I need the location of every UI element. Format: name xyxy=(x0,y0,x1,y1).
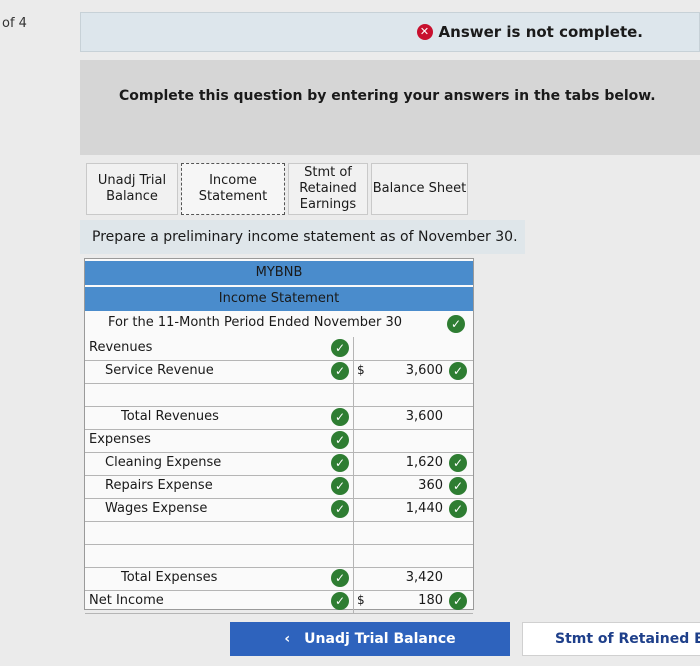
check-icon: ✓ xyxy=(331,408,349,426)
tab-income-statement[interactable]: Income Statement xyxy=(181,163,285,215)
table-row xyxy=(85,521,473,545)
amount-input[interactable]: 3,420 xyxy=(406,570,443,585)
dollar-sign: $ xyxy=(357,363,365,377)
column-divider xyxy=(353,337,354,360)
row-label[interactable]: Service Revenue xyxy=(105,363,214,378)
check-icon: ✓ xyxy=(331,477,349,495)
amount-input[interactable]: 180 xyxy=(418,593,443,608)
check-icon: ✓ xyxy=(331,431,349,449)
column-divider xyxy=(353,360,354,383)
dollar-sign: $ xyxy=(357,593,365,607)
prompt-bar: Prepare a preliminary income statement a… xyxy=(80,220,525,254)
row-label[interactable]: Net Income xyxy=(89,593,164,608)
chevron-left-icon: ‹ xyxy=(284,631,291,647)
check-icon: ✓ xyxy=(449,500,467,518)
tab-unadj-trial-balance[interactable]: Unadj Trial Balance xyxy=(86,163,178,215)
table-row: Total Expenses ✓ 3,420 xyxy=(85,567,473,591)
prompt-text: Prepare a preliminary income statement a… xyxy=(92,229,518,245)
amount-input[interactable]: 1,620 xyxy=(406,455,443,470)
table-row: Wages Expense ✓ 1,440 ✓ xyxy=(85,498,473,522)
x-circle-icon: ✕ xyxy=(416,24,433,40)
column-divider xyxy=(353,475,354,498)
tab-label: Balance Sheet xyxy=(372,181,467,196)
status-message: ✕ Answer is not complete. xyxy=(416,23,643,41)
instructions-panel: Complete this question by entering your … xyxy=(80,60,700,155)
tab-stmt-retained-earnings[interactable]: Stmt of Retained Earnings xyxy=(288,163,368,215)
income-statement-grid: MYBNB Income Statement For the 11-Month … xyxy=(84,258,474,614)
instructions-text: Complete this question by entering your … xyxy=(119,88,656,104)
check-icon: ✓ xyxy=(331,339,349,357)
status-banner: ✕ Answer is not complete. xyxy=(80,12,700,52)
row-label[interactable]: Cleaning Expense xyxy=(105,455,221,470)
table-row xyxy=(85,383,473,407)
table-row: Repairs Expense ✓ 360 ✓ xyxy=(85,475,473,499)
company-name: MYBNB xyxy=(85,261,473,285)
check-icon: ✓ xyxy=(331,500,349,518)
status-text: Answer is not complete. xyxy=(438,23,643,41)
next-tab-label: Stmt of Retained Earn xyxy=(555,631,700,647)
table-row: Net Income ✓ $180 ✓ xyxy=(85,590,473,614)
table-row: Total Revenues ✓ 3,600 xyxy=(85,406,473,430)
row-label[interactable]: Wages Expense xyxy=(105,501,207,516)
table-row xyxy=(85,544,473,568)
table-row: Revenues ✓ xyxy=(85,337,473,361)
check-icon: ✓ xyxy=(331,569,349,587)
prev-tab-label: Unadj Trial Balance xyxy=(304,631,456,647)
column-divider xyxy=(353,429,354,452)
amount-input[interactable]: 3,600 xyxy=(406,363,443,378)
check-icon: ✓ xyxy=(331,454,349,472)
tab-balance-sheet[interactable]: Balance Sheet xyxy=(371,163,468,215)
column-divider xyxy=(353,567,354,590)
column-divider xyxy=(353,590,354,613)
check-icon: ✓ xyxy=(331,362,349,380)
row-label[interactable]: Total Expenses xyxy=(121,570,217,585)
tab-label: Unadj Trial Balance xyxy=(97,173,167,204)
table-row: Service Revenue ✓ $3,600 ✓ xyxy=(85,360,473,384)
amount-input[interactable]: 360 xyxy=(418,478,443,493)
column-divider xyxy=(353,452,354,475)
statement-title: Income Statement xyxy=(85,287,473,311)
tab-bar: Unadj Trial Balance Income Statement Stm… xyxy=(86,163,471,215)
column-divider xyxy=(353,521,354,544)
row-label[interactable]: Total Revenues xyxy=(121,409,219,424)
page-count: of 4 xyxy=(2,16,27,31)
column-divider xyxy=(353,383,354,406)
row-label[interactable]: Repairs Expense xyxy=(105,478,213,493)
check-icon: ✓ xyxy=(447,315,465,333)
check-icon: ✓ xyxy=(449,362,467,380)
statement-period: For the 11-Month Period Ended November 3… xyxy=(107,315,403,330)
check-icon: ✓ xyxy=(449,592,467,610)
tab-label: Stmt of Retained Earnings xyxy=(299,165,357,212)
table-row: Cleaning Expense ✓ 1,620 ✓ xyxy=(85,452,473,476)
amount-input[interactable]: 1,440 xyxy=(406,501,443,516)
table-row: Expenses ✓ xyxy=(85,429,473,453)
prev-tab-button[interactable]: ‹ Unadj Trial Balance xyxy=(230,622,510,656)
check-icon: ✓ xyxy=(331,592,349,610)
column-divider xyxy=(353,544,354,567)
column-divider xyxy=(353,406,354,429)
check-icon: ✓ xyxy=(449,477,467,495)
next-tab-button[interactable]: Stmt of Retained Earn xyxy=(522,622,700,656)
amount-input[interactable]: 3,600 xyxy=(406,409,443,424)
row-label[interactable]: Expenses xyxy=(89,432,151,447)
column-divider xyxy=(353,498,354,521)
row-label[interactable]: Revenues xyxy=(89,340,152,355)
tab-label: Income Statement xyxy=(198,173,268,204)
check-icon: ✓ xyxy=(449,454,467,472)
